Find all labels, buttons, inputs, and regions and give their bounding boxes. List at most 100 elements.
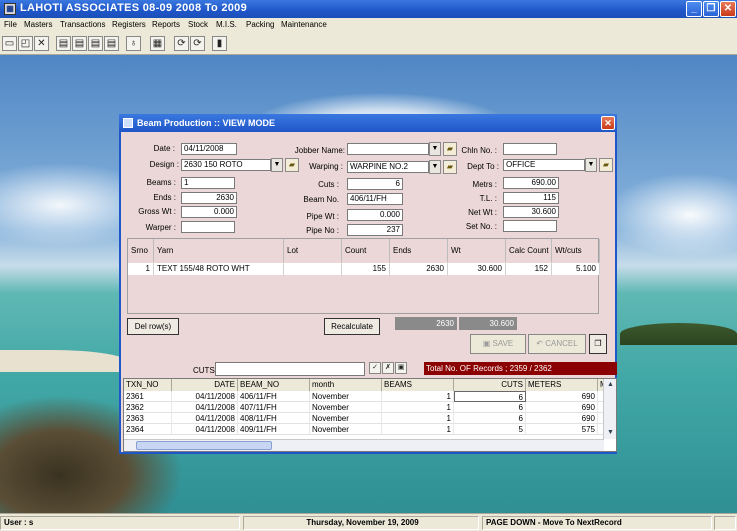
recalculate-button[interactable]: Recalculate (324, 318, 380, 335)
list-row[interactable]: 2361 04/11/2008 406/11/FH November 1 6 6… (124, 391, 604, 402)
scroll-down-icon[interactable]: ▼ (605, 427, 616, 438)
cell-txn-no: 2361 (124, 391, 172, 402)
col-calc-count[interactable]: Calc Count (506, 239, 552, 262)
metrs-field[interactable]: 690.00 (503, 177, 559, 189)
find-icon[interactable]: ♁ (126, 36, 141, 51)
menu-registers[interactable]: Registers (112, 20, 146, 29)
set-no-field[interactable] (503, 220, 557, 232)
col-beam-no[interactable]: BEAM_NO (238, 379, 310, 391)
col-date[interactable]: DATE (172, 379, 238, 391)
menu-stock[interactable]: Stock (188, 20, 208, 29)
menu-maintenance[interactable]: Maintenance (281, 20, 327, 29)
col-txn-no[interactable]: TXN_NO (124, 379, 172, 391)
cell-srno: 1 (128, 263, 154, 275)
list-row[interactable]: 2364 04/11/2008 409/11/FH November 1 5 5… (124, 424, 604, 435)
delete-icon[interactable]: ✕ (34, 36, 49, 51)
export-icon[interactable]: ⟳ (190, 36, 205, 51)
close-app-button[interactable]: ✕ (720, 1, 736, 17)
warping-combo[interactable]: WARPINE NO.2 (347, 161, 429, 173)
col-yarn[interactable]: Yarn (154, 239, 284, 262)
cancel-button[interactable]: ↶ CANCEL (528, 334, 586, 354)
copy-icon[interactable]: ❐ (589, 334, 607, 354)
total-wt-box: 30.600 (459, 317, 517, 330)
minimize-button[interactable]: _ (686, 1, 702, 17)
save-button[interactable]: ▣ SAVE (470, 334, 526, 354)
design-dropdown-button[interactable]: ▼ (271, 158, 283, 172)
list-row[interactable]: 2362 04/11/2008 407/11/FH November 1 6 6… (124, 402, 604, 413)
col-wt-cuts[interactable]: Wt/cuts (552, 239, 600, 262)
jobber-dropdown-button[interactable]: ▼ (429, 142, 441, 156)
app-titlebar: ▦ LAHOTI ASSOCIATES 08-09 2008 To 2009 _… (0, 0, 737, 18)
menu-masters[interactable]: Masters (24, 20, 52, 29)
col-srno[interactable]: Srno (128, 239, 154, 262)
menu-transactions[interactable]: Transactions (60, 20, 106, 29)
last-record-icon[interactable]: ▤ (104, 36, 119, 51)
col-month[interactable]: month (310, 379, 382, 391)
cell-ends: 2630 (390, 263, 448, 275)
cell-month: November (310, 391, 382, 402)
cell-yarn: TEXT 155/48 ROTO WHT (154, 263, 284, 275)
tl-field[interactable]: 115 (503, 192, 559, 204)
del-rows-button[interactable]: Del row(s) (127, 318, 179, 335)
scroll-up-icon[interactable]: ▲ (605, 379, 616, 390)
exit-icon[interactable]: ▮ (212, 36, 227, 51)
print-icon[interactable]: ▦ (150, 36, 165, 51)
net-wt-field[interactable]: 30.600 (503, 206, 559, 218)
vertical-scrollbar[interactable]: ▲ ▼ (603, 379, 616, 439)
scroll-thumb[interactable] (136, 441, 272, 450)
search-input[interactable] (215, 362, 365, 376)
menu-reports[interactable]: Reports (152, 20, 180, 29)
status-user: User : s (0, 516, 240, 530)
status-bar: User : s Thursday, November 19, 2009 PAG… (0, 513, 737, 531)
ends-field[interactable]: 2630 (181, 192, 237, 204)
dept-to-folder-icon[interactable]: ▰ (599, 158, 613, 172)
dialog-icon (123, 118, 133, 128)
pipe-wt-field[interactable]: 0.000 (347, 209, 403, 221)
cell-txn-no: 2364 (124, 424, 172, 435)
col-meters[interactable]: METERS (526, 379, 598, 391)
col-lot[interactable]: Lot (284, 239, 342, 262)
horizontal-scrollbar[interactable] (124, 439, 604, 451)
new-doc-icon[interactable]: ▭ (2, 36, 17, 51)
col-wt[interactable]: Wt (448, 239, 506, 262)
warper-field[interactable] (181, 221, 235, 233)
list-row[interactable]: 2363 04/11/2008 408/11/FH November 1 6 6… (124, 413, 604, 424)
col-cuts[interactable]: CUTS (454, 379, 526, 391)
first-record-icon[interactable]: ▤ (56, 36, 71, 51)
beams-field[interactable]: 1 (181, 177, 235, 189)
chln-no-field[interactable] (503, 143, 557, 155)
col-beams[interactable]: BEAMS (382, 379, 454, 391)
dept-to-label: Dept To : (467, 162, 499, 171)
date-field[interactable]: 04/11/2008 (181, 143, 237, 155)
design-combo[interactable]: 2630 150 ROTO (181, 159, 271, 171)
warping-dropdown-button[interactable]: ▼ (429, 160, 441, 174)
new-record-icon[interactable]: ◰ (18, 36, 33, 51)
metrs-label: Metrs : (472, 180, 497, 189)
close-dialog-button[interactable]: ✕ (601, 116, 615, 130)
menu-mis[interactable]: M.I.S. (216, 20, 237, 29)
cell-date: 04/11/2008 (172, 391, 238, 402)
dept-to-combo[interactable]: OFFICE (503, 159, 585, 171)
col-ends[interactable]: Ends (390, 239, 448, 262)
beam-no-field[interactable]: 406/11/FH (347, 193, 403, 205)
dept-to-dropdown-button[interactable]: ▼ (585, 158, 597, 172)
menu-file[interactable]: File (4, 20, 17, 29)
previous-record-icon[interactable]: ▤ (72, 36, 87, 51)
maximize-button[interactable]: ❐ (703, 1, 719, 17)
cuts-field[interactable]: 6 (347, 178, 403, 190)
status-date: Thursday, November 19, 2009 (243, 516, 479, 530)
app-icon: ▦ (4, 3, 16, 15)
col-count[interactable]: Count (342, 239, 390, 262)
refresh-icon[interactable]: ⟳ (174, 36, 189, 51)
yarn-row[interactable]: 1 TEXT 155/48 ROTO WHT 155 2630 30.600 1… (128, 263, 600, 275)
jobber-combo[interactable] (347, 143, 429, 155)
jobber-label: Jobber Name: (294, 146, 345, 155)
menu-packing[interactable]: Packing (246, 20, 274, 29)
clear-filter-icon[interactable]: ✗ (382, 362, 394, 374)
cell-calc-count: 152 (506, 263, 552, 275)
save-filter-icon[interactable]: ▣ (395, 362, 407, 374)
pipe-no-field[interactable]: 237 (347, 224, 403, 236)
gross-wt-field[interactable]: 0.000 (181, 206, 237, 218)
filter-icon[interactable]: ✓ (369, 362, 381, 374)
next-record-icon[interactable]: ▤ (88, 36, 103, 51)
